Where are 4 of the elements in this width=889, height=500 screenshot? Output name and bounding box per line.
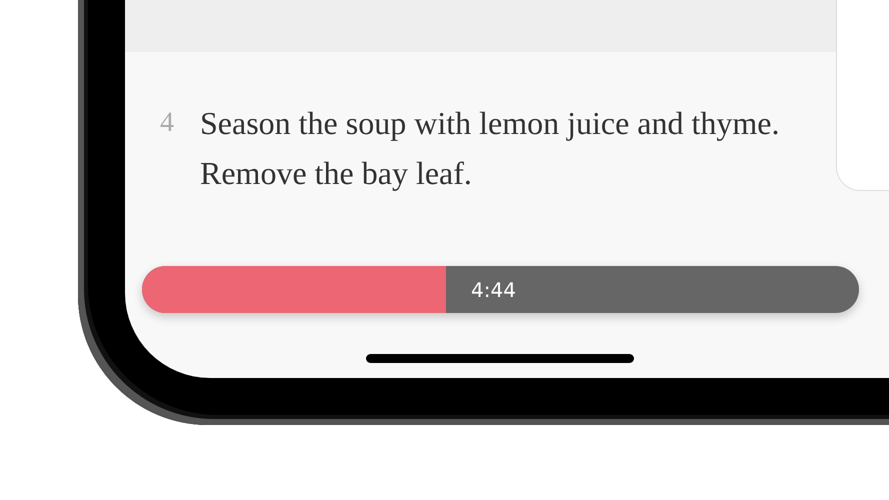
timer-time: 4:44 (470, 278, 516, 302)
step-text: Season the soup with lemon juice and thyme. Remove the bay leaf. (200, 104, 780, 193)
step-number: 4 (160, 106, 174, 140)
timer-bar[interactable]: 4:44 (142, 266, 859, 313)
